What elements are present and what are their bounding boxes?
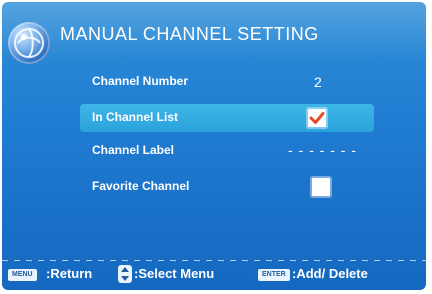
menu-item-in-channel-list-label: In Channel List [92,110,179,124]
return-hint: :Return [46,266,93,281]
page-title: MANUAL CHANNEL SETTING [60,24,319,44]
select-menu-hint: :Select Menu [134,266,215,281]
footer-divider [2,260,426,261]
osd-screen: MANUAL CHANNEL SETTING Channel Number 2 … [2,2,426,290]
menu-item-channel-label-label[interactable]: Channel Label [92,143,174,157]
channel-label-value: - - - - - - - [288,142,357,158]
channel-number-value: 2 [314,74,322,90]
menu-item-channel-number-label[interactable]: Channel Number [92,74,188,88]
add-delete-hint: :Add/ Delete [292,266,368,281]
footer-bar: MENU :Return :Select Menu ENTER :Add/ De… [2,262,426,290]
in-channel-list-checkbox[interactable] [308,109,326,127]
enter-key-icon: ENTER [258,269,290,281]
globe-logo-icon [8,22,50,64]
menu-item-favorite-channel-label[interactable]: Favorite Channel [92,179,189,193]
up-down-arrows-icon [118,265,132,283]
menu-key-icon: MENU [8,269,37,281]
checkmark-icon [309,112,325,124]
favorite-channel-checkbox[interactable] [312,178,330,196]
